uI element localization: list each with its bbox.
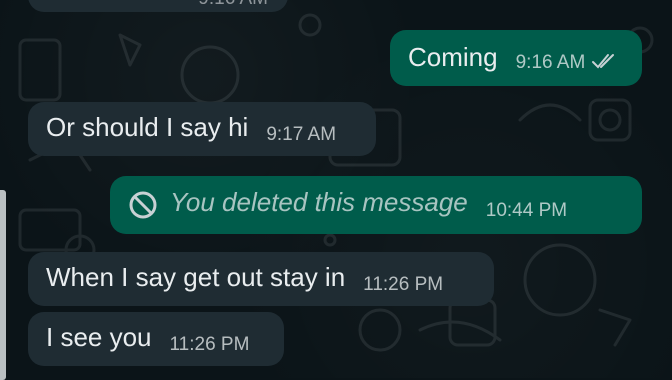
previous-message-bubble: 9:16 AM [28,0,288,12]
message-time: 9:16 AM [515,52,586,73]
message-bubble-incoming[interactable]: Or should I say hi 9:17 AM [28,102,376,156]
message-text: Or should I say hi [46,112,249,142]
message-text: I see you [46,322,152,352]
blocked-circle-icon [128,190,158,220]
message-text: Coming [408,42,498,72]
message-bubble-outgoing-deleted[interactable]: You deleted this message 10:44 PM [110,176,642,234]
double-check-icon [591,53,617,74]
message-time: 11:26 PM [363,274,444,295]
side-panel-edge [0,190,6,380]
message-text: When I say get out stay in [46,262,346,292]
previous-message-time: 9:16 AM [198,0,268,10]
deleted-message-text: You deleted this message [170,187,468,217]
message-time: 10:44 PM [485,200,568,221]
message-time: 9:17 AM [266,124,337,145]
message-bubble-incoming[interactable]: I see you 11:26 PM [28,312,284,366]
message-bubble-outgoing[interactable]: Coming 9:16 AM [390,30,642,86]
message-bubble-incoming[interactable]: When I say get out stay in 11:26 PM [28,252,494,306]
message-time: 11:26 PM [169,334,250,355]
